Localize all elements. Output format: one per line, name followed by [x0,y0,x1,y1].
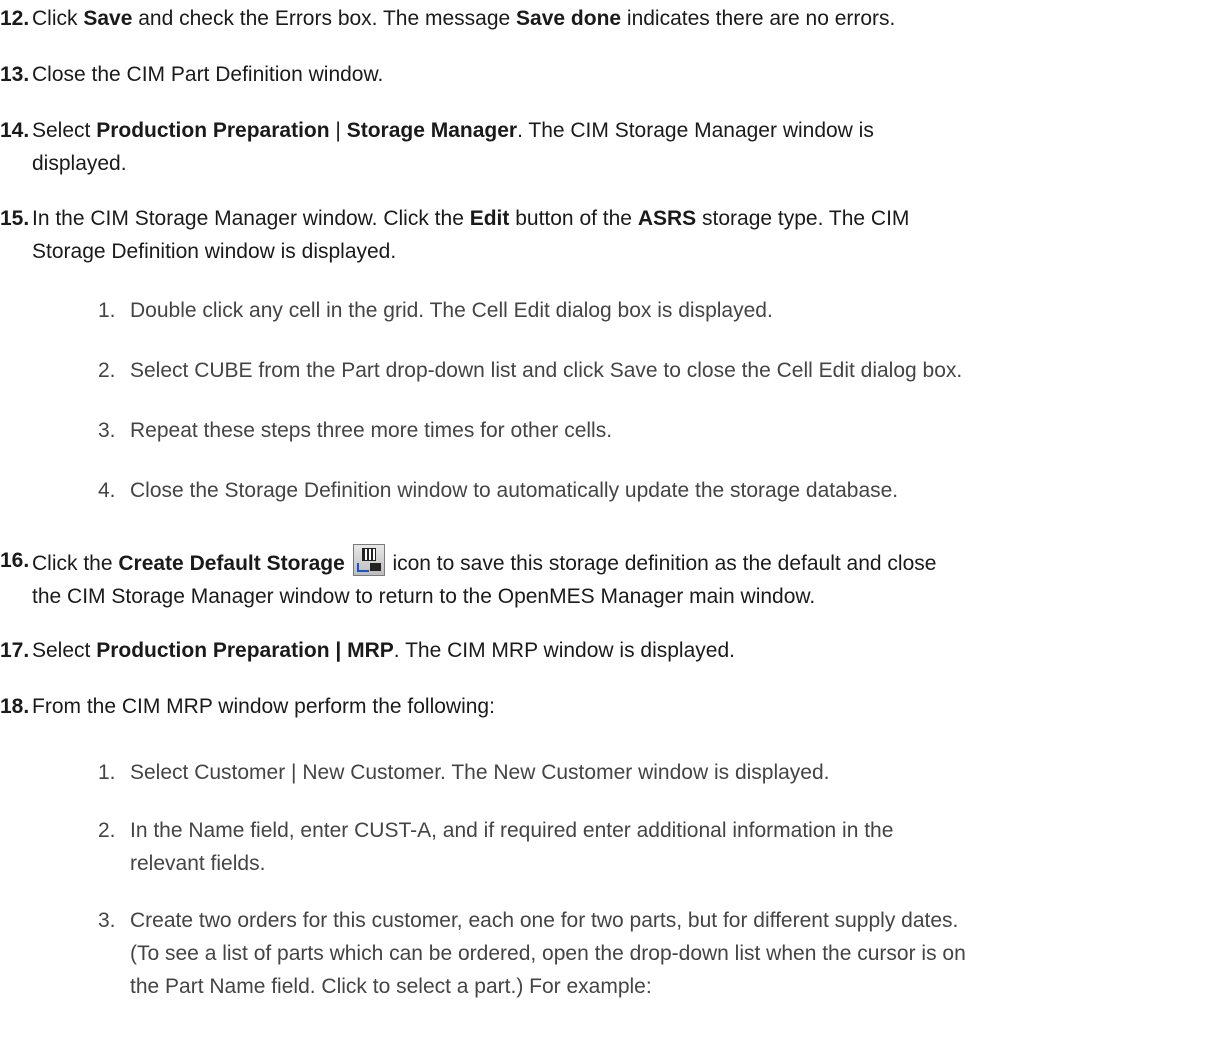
substep-text: Repeat these steps three more times for … [130,419,613,442]
substep-number: 1. [98,761,116,784]
step-number: 16. [0,549,30,572]
substep-15-2: 2. Select CUBE from the Part drop-down l… [98,354,1198,387]
step-text-line-2: Storage Definition window is displayed. [32,240,397,263]
substep-15-1: 1. Double click any cell in the grid. Th… [98,294,1198,327]
step-text-line-1: Select Production Preparation | Storage … [32,119,874,142]
substep-number: 2. [98,359,116,382]
substep-text-line-1: In the Name field, enter CUST-A, and if … [130,819,894,842]
substep-text: Select Customer | New Customer. The New … [130,761,830,784]
step-text-line-2: displayed. [32,152,127,175]
substep-number: 4. [98,479,116,502]
substep-15-3: 3. Repeat these steps three more times f… [98,414,1198,447]
substep-number: 2. [98,819,116,842]
substep-text-line-3: the Part Name field. Click to select a p… [130,975,652,998]
step-text: From the CIM MRP window perform the foll… [32,695,495,718]
substep-number: 1. [98,299,116,322]
step-number: 13. [0,63,30,86]
substep-text: Close the Storage Definition window to a… [130,479,899,502]
step-12: 12. Click Save and check the Errors box.… [0,2,1190,35]
substep-number: 3. [98,419,116,442]
substep-number: 3. [98,909,116,932]
create-default-storage-icon [352,544,385,576]
step-18: 18. From the CIM MRP window perform the … [0,690,1190,723]
step-14: 14. Select Production Preparation | Stor… [0,114,1190,180]
step-16: 16. Click the Create Default Storage ico… [0,544,1190,613]
step-number: 15. [0,207,30,230]
substep-text: Select CUBE from the Part drop-down list… [130,359,963,382]
step-15: 15. In the CIM Storage Manager window. C… [0,202,1190,268]
step-text: Close the CIM Part Definition window. [32,63,384,86]
step-number: 14. [0,119,30,142]
substep-text-line-2: relevant fields. [130,852,266,875]
substep-text: Double click any cell in the grid. The C… [130,299,773,322]
step-number: 12. [0,7,30,30]
step-text-line-2: the CIM Storage Manager window to return… [32,585,816,608]
step-13: 13. Close the CIM Part Definition window… [0,58,1190,91]
step-text-line-1: Click the Create Default Storage icon to… [32,544,1190,580]
substep-15-4: 4. Close the Storage Definition window t… [98,474,1198,507]
substep-text-line-1: Create two orders for this customer, eac… [130,909,959,932]
step-text: Select Production Preparation | MRP. The… [32,639,735,662]
substep-text-line-2: (To see a list of parts which can be ord… [130,942,966,965]
step-number: 18. [0,695,30,718]
step-number: 17. [0,639,30,662]
substep-18-2: 2. In the Name field, enter CUST-A, and … [98,814,1198,880]
substep-18-1: 1. Select Customer | New Customer. The N… [98,756,1198,789]
step-text: Click Save and check the Errors box. The… [32,7,896,30]
step-17: 17. Select Production Preparation | MRP.… [0,634,1190,667]
substep-18-3: 3. Create two orders for this customer, … [98,904,1198,1003]
step-text-line-1: In the CIM Storage Manager window. Click… [32,207,910,230]
